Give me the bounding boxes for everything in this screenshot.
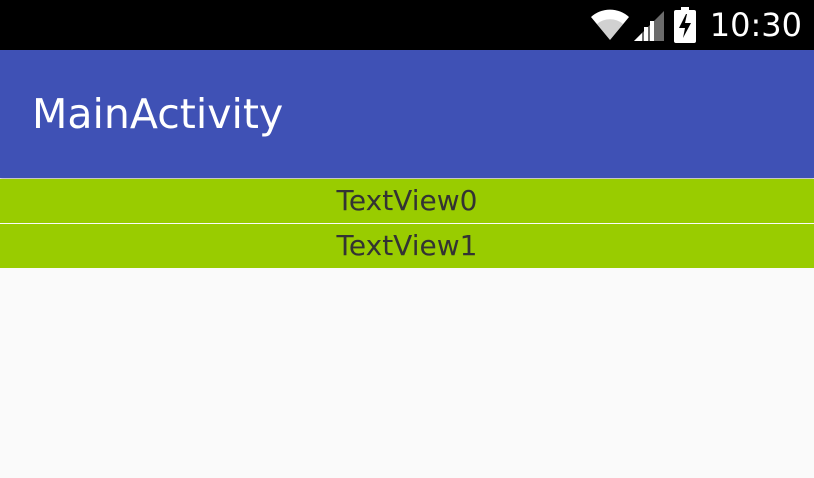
status-bar: 10:30 bbox=[0, 0, 814, 50]
app-title: MainActivity bbox=[32, 90, 284, 138]
phone-screen: 10:30 MainActivity TextView0 TextView1 bbox=[0, 0, 814, 478]
wifi-icon bbox=[590, 9, 630, 41]
app-bar: MainActivity bbox=[0, 50, 814, 178]
battery-charging-icon bbox=[673, 7, 696, 43]
text-view-1: TextView1 bbox=[0, 224, 814, 268]
signal-icon bbox=[633, 9, 664, 41]
status-clock: 10:30 bbox=[709, 6, 802, 44]
status-icons: 10:30 bbox=[590, 0, 802, 50]
text-view-0: TextView0 bbox=[0, 179, 814, 223]
